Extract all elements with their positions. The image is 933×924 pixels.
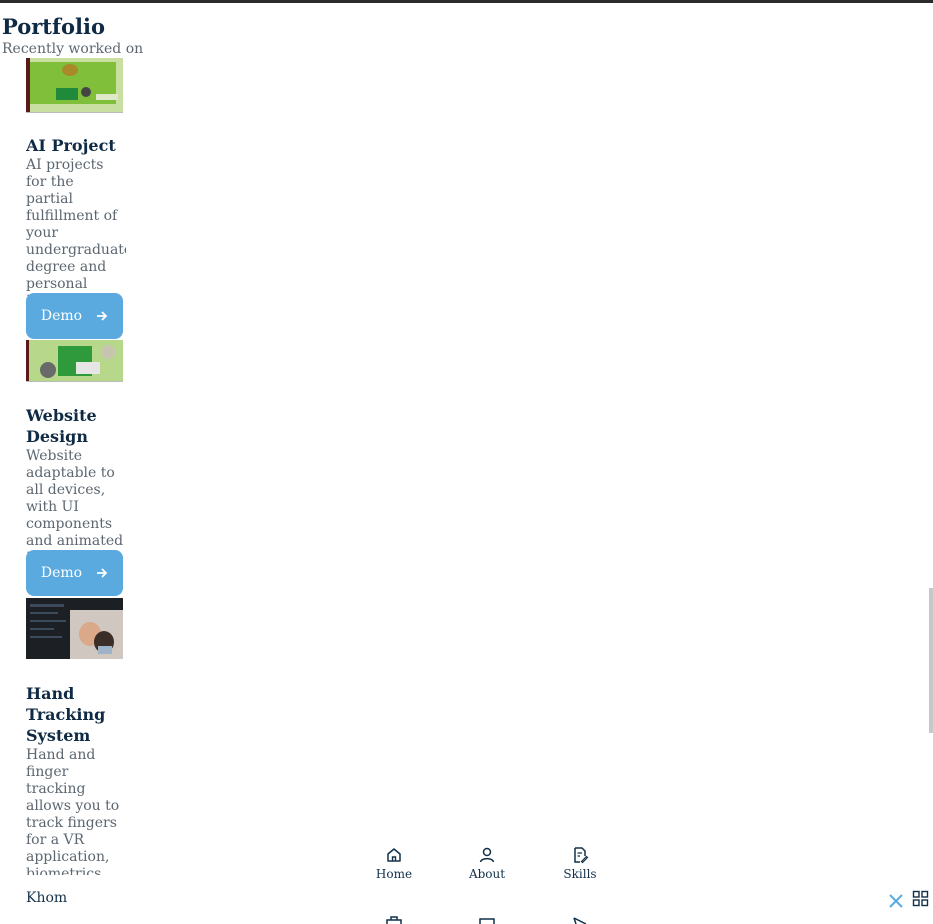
demo-button[interactable]: Demo xyxy=(26,293,123,339)
footer-name: Khom xyxy=(26,890,68,906)
page-subtitle: Recently worked on xyxy=(2,41,144,57)
portfolio-list[interactable]: AI Project AI projects for the partial f… xyxy=(26,57,126,875)
arrow-right-icon xyxy=(97,568,108,578)
project-description: AI projects for the partial fulfillment … xyxy=(26,157,126,309)
project-description: Hand and finger tracking allows you to t… xyxy=(26,747,120,875)
page-title: Portfolio xyxy=(2,14,106,39)
nav-item-label: About xyxy=(468,867,506,881)
nav-item-label: Skills xyxy=(563,867,597,881)
demo-button-label: Demo xyxy=(40,308,83,324)
project-title: AI Project xyxy=(26,136,116,155)
image-icon[interactable] xyxy=(478,914,496,924)
nav-item-about[interactable]: About xyxy=(457,846,517,881)
project-title: Website Design xyxy=(26,406,97,446)
demo-button[interactable]: Demo xyxy=(26,550,123,596)
send-icon[interactable] xyxy=(571,914,589,924)
nav-item-home[interactable]: Home xyxy=(364,846,424,881)
project-thumbnail xyxy=(26,58,123,113)
grid-icon[interactable] xyxy=(912,890,929,907)
nav-item-skills[interactable]: Skills xyxy=(550,846,610,881)
window-top-border xyxy=(0,0,933,3)
file-edit-icon xyxy=(574,847,589,864)
project-thumbnail xyxy=(26,598,123,659)
project-thumbnail xyxy=(26,340,123,382)
project-title: Hand Tracking System xyxy=(26,684,106,745)
home-icon xyxy=(387,848,401,862)
demo-button-label: Demo xyxy=(40,565,83,581)
user-icon xyxy=(479,847,495,863)
arrow-right-icon xyxy=(97,311,108,321)
nav-item-label: Home xyxy=(375,867,413,881)
scrollbar-thumb[interactable] xyxy=(929,588,933,733)
close-icon[interactable] xyxy=(888,893,904,909)
briefcase-icon[interactable] xyxy=(385,914,403,924)
